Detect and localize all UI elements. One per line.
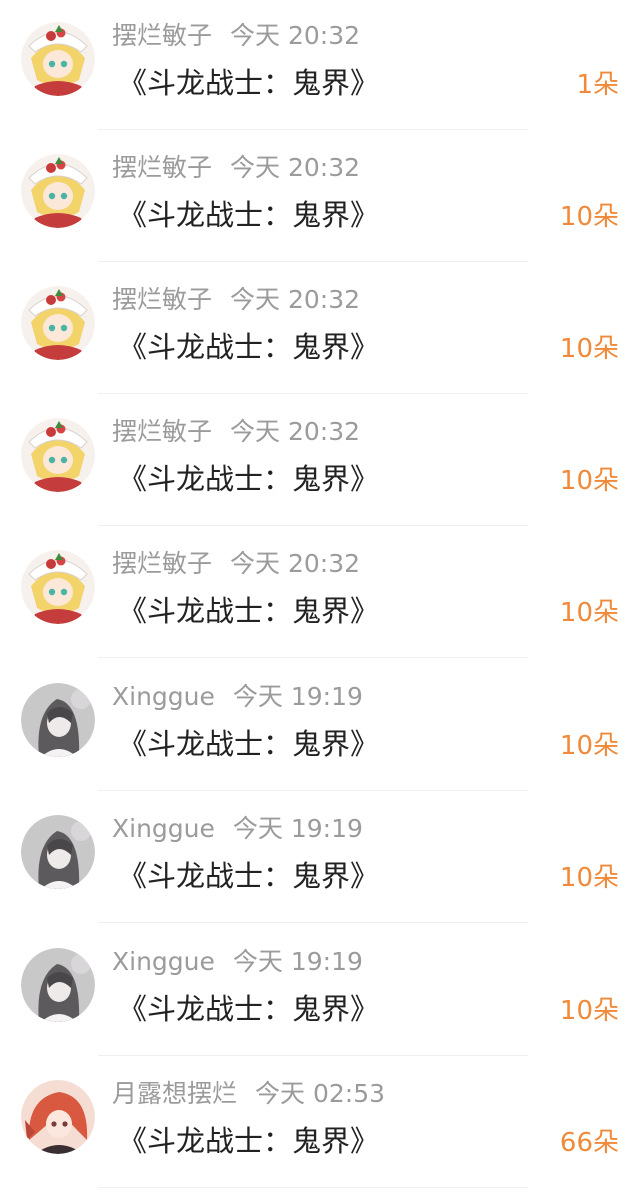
avatar[interactable] (21, 815, 95, 889)
divider (98, 1055, 528, 1056)
red-hair-character-avatar-icon (21, 1080, 95, 1154)
timestamp: 今天 20:32 (230, 285, 361, 314)
avatar[interactable] (21, 1080, 95, 1154)
flower-count: 10朵 (559, 598, 619, 628)
flower-count: 66朵 (559, 1128, 619, 1158)
user-name[interactable]: Xinggue (112, 947, 215, 976)
item-title[interactable]: 《斗龙战士：鬼界》 (118, 988, 379, 1030)
avatar[interactable] (21, 286, 95, 360)
flower-count: 10朵 (559, 731, 619, 761)
item-title[interactable]: 《斗龙战士：鬼界》 (118, 590, 379, 632)
anime-blonde-girl-avatar-icon (21, 550, 95, 624)
avatar[interactable] (21, 418, 95, 492)
divider (98, 525, 528, 526)
divider (98, 129, 528, 130)
item-meta: 摆烂敏子 今天 20:32 (112, 150, 360, 186)
divider (98, 1187, 528, 1188)
item-title[interactable]: 《斗龙战士：鬼界》 (118, 723, 379, 765)
anime-blonde-girl-avatar-icon (21, 418, 95, 492)
item-meta: Xinggue 今天 19:19 (112, 679, 363, 715)
avatar[interactable] (21, 154, 95, 228)
grey-sketch-girl-avatar-icon (21, 683, 95, 757)
user-name[interactable]: Xinggue (112, 682, 215, 711)
timestamp: 今天 20:32 (230, 153, 361, 182)
timestamp: 今天 20:32 (230, 549, 361, 578)
item-meta: Xinggue 今天 19:19 (112, 944, 363, 980)
avatar[interactable] (21, 550, 95, 624)
divider (98, 790, 528, 791)
flower-count: 10朵 (559, 202, 619, 232)
list-item[interactable]: 摆烂敏子 今天 20:32 《斗龙战士：鬼界》 1朵 (0, 0, 640, 132)
divider (98, 261, 528, 262)
item-meta: 摆烂敏子 今天 20:32 (112, 546, 360, 582)
user-name[interactable]: 摆烂敏子 (112, 21, 212, 50)
list-item[interactable]: Xinggue 今天 19:19 《斗龙战士：鬼界》 10朵 (0, 661, 640, 793)
divider (98, 393, 528, 394)
item-title[interactable]: 《斗龙战士：鬼界》 (118, 326, 379, 368)
user-name[interactable]: 月露想摆烂 (112, 1079, 237, 1108)
item-title[interactable]: 《斗龙战士：鬼界》 (118, 1120, 379, 1162)
list-item[interactable]: 月露想摆烂 今天 02:53 《斗龙战士：鬼界》 66朵 (0, 1058, 640, 1190)
item-meta: 月露想摆烂 今天 02:53 (112, 1076, 385, 1112)
item-title[interactable]: 《斗龙战士：鬼界》 (118, 62, 379, 104)
user-name[interactable]: Xinggue (112, 814, 215, 843)
user-name[interactable]: 摆烂敏子 (112, 153, 212, 182)
timestamp: 今天 19:19 (232, 814, 363, 843)
avatar[interactable] (21, 683, 95, 757)
timestamp: 今天 20:32 (230, 21, 361, 50)
item-meta: 摆烂敏子 今天 20:32 (112, 282, 360, 318)
grey-sketch-girl-avatar-icon (21, 948, 95, 1022)
anime-blonde-girl-avatar-icon (21, 286, 95, 360)
anime-blonde-girl-avatar-icon (21, 154, 95, 228)
item-meta: Xinggue 今天 19:19 (112, 811, 363, 847)
grey-sketch-girl-avatar-icon (21, 815, 95, 889)
gift-record-list: 摆烂敏子 今天 20:32 《斗龙战士：鬼界》 1朵 摆烂敏子 今天 20:32… (0, 0, 640, 1199)
item-title[interactable]: 《斗龙战士：鬼界》 (118, 458, 379, 500)
item-title[interactable]: 《斗龙战士：鬼界》 (118, 194, 379, 236)
list-item[interactable]: 摆烂敏子 今天 20:32 《斗龙战士：鬼界》 10朵 (0, 396, 640, 528)
list-item[interactable]: Xinggue 今天 19:19 《斗龙战士：鬼界》 10朵 (0, 926, 640, 1058)
list-item[interactable]: 摆烂敏子 今天 20:32 《斗龙战士：鬼界》 10朵 (0, 264, 640, 396)
flower-count: 10朵 (559, 996, 619, 1026)
timestamp: 今天 20:32 (230, 417, 361, 446)
divider (98, 922, 528, 923)
item-meta: 摆烂敏子 今天 20:32 (112, 414, 360, 450)
flower-count: 10朵 (559, 466, 619, 496)
flower-count: 1朵 (576, 70, 619, 100)
item-meta: 摆烂敏子 今天 20:32 (112, 18, 360, 54)
user-name[interactable]: 摆烂敏子 (112, 285, 212, 314)
timestamp: 今天 19:19 (232, 682, 363, 711)
flower-count: 10朵 (559, 334, 619, 364)
flower-count: 10朵 (559, 863, 619, 893)
item-title[interactable]: 《斗龙战士：鬼界》 (118, 855, 379, 897)
timestamp: 今天 02:53 (255, 1079, 386, 1108)
anime-blonde-girl-avatar-icon (21, 22, 95, 96)
user-name[interactable]: 摆烂敏子 (112, 417, 212, 446)
list-item[interactable]: 摆烂敏子 今天 20:32 《斗龙战士：鬼界》 10朵 (0, 132, 640, 264)
avatar[interactable] (21, 22, 95, 96)
user-name[interactable]: 摆烂敏子 (112, 549, 212, 578)
list-item[interactable]: Xinggue 今天 19:19 《斗龙战士：鬼界》 10朵 (0, 793, 640, 925)
list-item[interactable]: 摆烂敏子 今天 20:32 《斗龙战士：鬼界》 10朵 (0, 528, 640, 660)
divider (98, 657, 528, 658)
timestamp: 今天 19:19 (232, 947, 363, 976)
avatar[interactable] (21, 948, 95, 1022)
